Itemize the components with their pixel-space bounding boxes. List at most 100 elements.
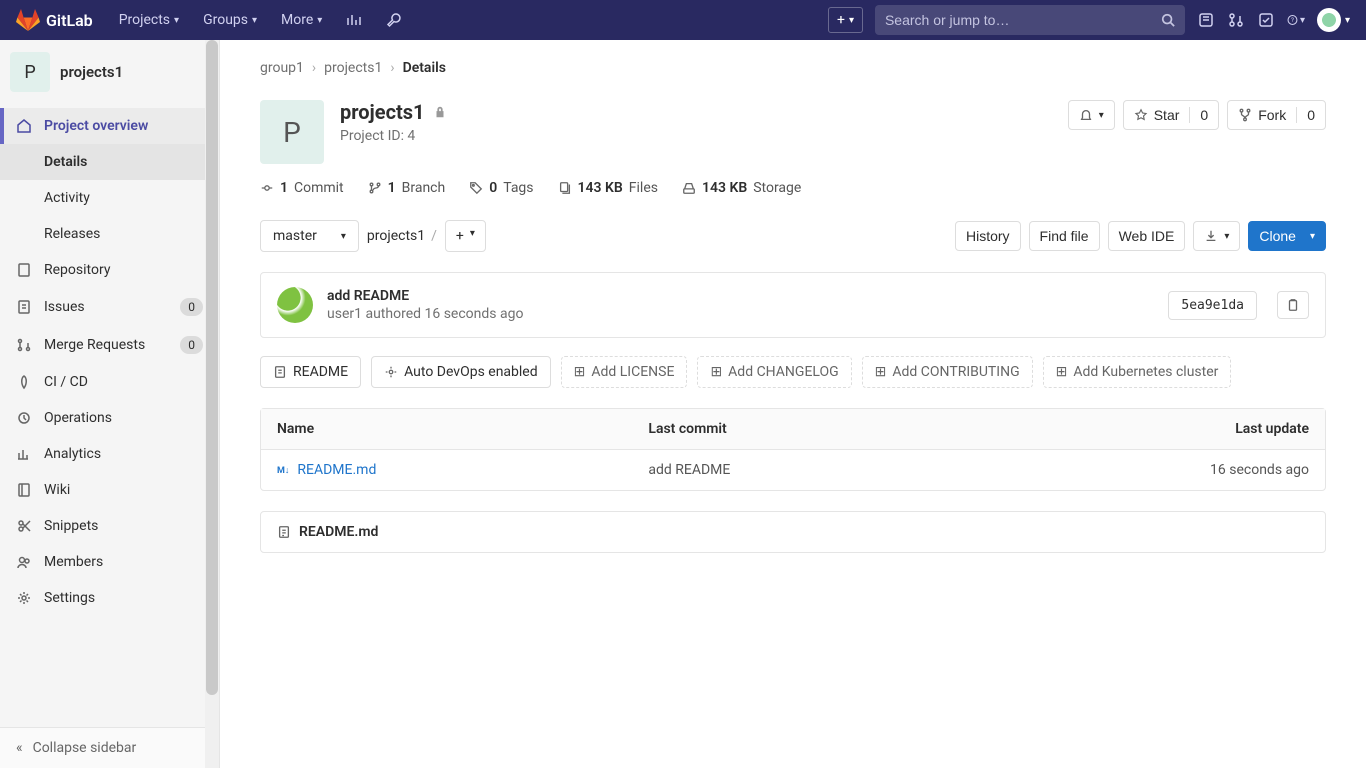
commit-sha[interactable]: 5ea9e1da (1168, 291, 1257, 320)
new-dropdown[interactable]: +▾ (828, 7, 863, 33)
th-update: Last update (955, 409, 1325, 450)
merge-requests-icon[interactable] (1227, 11, 1245, 29)
sidebar-item-overview[interactable]: Project overview (0, 108, 219, 144)
file-path: projects1/ (367, 228, 437, 244)
sidebar-scrollbar[interactable] (205, 40, 219, 768)
chevron-down-icon: ▾ (252, 15, 257, 26)
nav-groups[interactable]: Groups▾ (193, 4, 267, 36)
chip-autodevops[interactable]: Auto DevOps enabled (371, 356, 551, 388)
plus-square-icon: ⊞ (710, 364, 722, 380)
svg-text:?: ? (1291, 16, 1294, 24)
breadcrumb-project[interactable]: projects1 (324, 60, 382, 76)
markdown-icon: M↓ (277, 465, 289, 476)
web-ide-button[interactable]: Web IDE (1108, 221, 1186, 251)
last-commit: add README user1 authored 16 seconds ago… (260, 272, 1326, 338)
table-row[interactable]: M↓README.md add README 16 seconds ago (261, 450, 1325, 490)
chevron-left-icon: « (16, 740, 23, 756)
sidebar-item-operations[interactable]: Operations (0, 400, 219, 436)
breadcrumb-group[interactable]: group1 (260, 60, 304, 76)
sidebar-item-issues[interactable]: Issues0 (0, 288, 219, 326)
stat-commits[interactable]: 1Commit (260, 180, 344, 196)
branch-selector[interactable]: master▾ (260, 220, 359, 252)
tag-icon (469, 181, 483, 195)
issues-icon (16, 299, 32, 315)
global-search[interactable] (875, 5, 1185, 35)
stat-branches[interactable]: 1Branch (368, 180, 446, 196)
chevron-right-icon: › (390, 60, 394, 76)
sidebar-sub-details[interactable]: Details (0, 144, 219, 180)
sidebar-item-merge-requests[interactable]: Merge Requests0 (0, 326, 219, 364)
sidebar-item-wiki[interactable]: Wiki (0, 472, 219, 508)
chip-add-contributing[interactable]: ⊞Add CONTRIBUTING (862, 356, 1033, 388)
stat-tags[interactable]: 0Tags (469, 180, 533, 196)
commit-author-avatar[interactable] (277, 287, 313, 323)
user-menu[interactable]: ▾ (1317, 8, 1350, 32)
nav-wrench-icon[interactable] (376, 4, 412, 36)
collapse-sidebar[interactable]: « Collapse sidebar (0, 727, 219, 768)
commit-title[interactable]: add README (327, 288, 523, 304)
readme-panel-header[interactable]: README.md (260, 511, 1326, 553)
stat-storage[interactable]: 143 KBStorage (682, 180, 801, 196)
clone-dropdown[interactable]: Clone▾ (1248, 221, 1326, 251)
todos-icon[interactable] (1257, 11, 1275, 29)
sidebar-item-members[interactable]: Members (0, 544, 219, 580)
project-avatar: P (10, 52, 50, 92)
th-commit: Last commit (632, 409, 954, 450)
disk-icon (682, 181, 696, 195)
nav-more[interactable]: More▾ (271, 4, 332, 36)
ops-icon (16, 410, 32, 426)
notification-dropdown[interactable]: ▾ (1068, 100, 1115, 130)
th-name: Name (261, 409, 632, 450)
fork-button[interactable]: Fork0 (1227, 100, 1326, 130)
sidebar-sub-releases[interactable]: Releases (0, 216, 219, 252)
merge-icon (16, 337, 32, 353)
chevron-down-icon: ▾ (1099, 110, 1104, 121)
copy-sha-button[interactable] (1277, 291, 1309, 319)
download-dropdown[interactable]: ▾ (1193, 221, 1240, 251)
file-commit[interactable]: add README (632, 450, 954, 490)
help-icon[interactable]: ?▾ (1287, 11, 1305, 29)
nav-activity-icon[interactable] (336, 4, 372, 36)
sidebar-item-analytics[interactable]: Analytics (0, 436, 219, 472)
sidebar-item-repository[interactable]: Repository (0, 252, 219, 288)
add-file-dropdown[interactable]: +▾ (445, 220, 486, 252)
chip-add-k8s[interactable]: ⊞Add Kubernetes cluster (1043, 356, 1232, 388)
sidebar-item-snippets[interactable]: Snippets (0, 508, 219, 544)
users-icon (16, 554, 32, 570)
download-icon (1204, 229, 1218, 243)
star-button[interactable]: Star0 (1123, 100, 1219, 130)
sidebar-project-header[interactable]: P projects1 (0, 40, 219, 104)
hero-avatar: P (260, 100, 324, 164)
files-icon (558, 181, 572, 195)
search-input[interactable] (885, 12, 1161, 28)
brand-text: GitLab (46, 11, 93, 30)
chevron-right-icon: › (312, 60, 316, 76)
chevron-down-icon: ▾ (470, 228, 475, 244)
scissors-icon (16, 518, 32, 534)
plus-icon: + (456, 228, 464, 244)
file-update: 16 seconds ago (955, 450, 1325, 490)
breadcrumb-current: Details (403, 60, 446, 76)
issues-icon[interactable] (1197, 11, 1215, 29)
chevron-down-icon: ▾ (341, 231, 346, 242)
rocket-icon (16, 374, 32, 390)
home-icon (16, 118, 32, 134)
nav-projects[interactable]: Projects▾ (109, 4, 189, 36)
plus-square-icon: ⊞ (574, 364, 586, 380)
sidebar-item-settings[interactable]: Settings (0, 580, 219, 616)
fork-icon (1238, 108, 1252, 122)
file-link[interactable]: M↓README.md (277, 462, 616, 478)
stat-files[interactable]: 143 KBFiles (558, 180, 658, 196)
sidebar-sub-activity[interactable]: Activity (0, 180, 219, 216)
doc-icon (277, 525, 291, 539)
find-file-button[interactable]: Find file (1029, 221, 1100, 251)
book-icon (16, 482, 32, 498)
chip-add-license[interactable]: ⊞Add LICENSE (561, 356, 688, 388)
chip-add-changelog[interactable]: ⊞Add CHANGELOG (697, 356, 851, 388)
gitlab-logo[interactable]: GitLab (16, 8, 93, 32)
main-content: group1 › projects1 › Details P projects1… (220, 40, 1366, 768)
bell-icon (1079, 108, 1093, 122)
chip-readme[interactable]: README (260, 356, 361, 388)
history-button[interactable]: History (955, 221, 1021, 251)
sidebar-item-cicd[interactable]: CI / CD (0, 364, 219, 400)
